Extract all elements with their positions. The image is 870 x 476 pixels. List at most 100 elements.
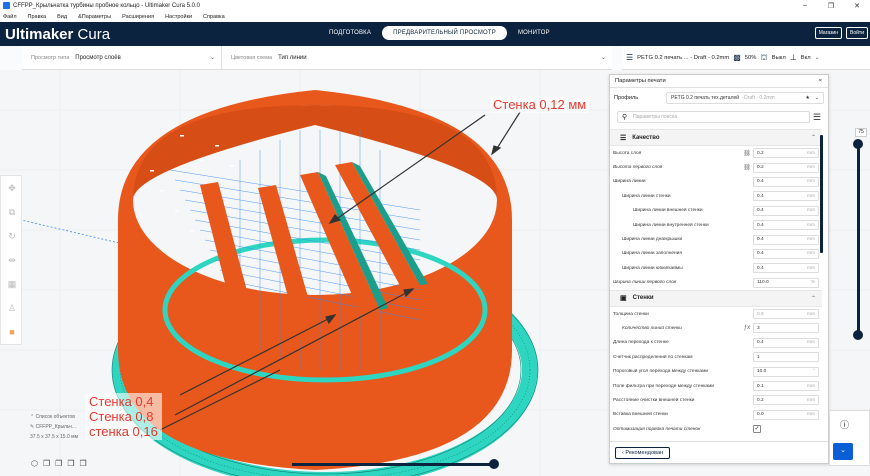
menu-view[interactable]: Вид [57, 14, 67, 20]
object-list: ⌃ Список объектов ✎ CFFPP_Крыльч... 37.5… [30, 414, 78, 444]
left-view-icon[interactable]: ❐ [67, 459, 74, 468]
3d-view-icon[interactable]: ⬡ [31, 459, 38, 468]
model-color-icon[interactable]: ■ [1, 320, 23, 344]
minimize-button[interactable]: – [792, 2, 818, 10]
infill-icon: ▩ [733, 53, 741, 62]
menu-help[interactable]: Справка [203, 14, 225, 20]
support-blocker-icon[interactable]: ♙ [1, 296, 23, 320]
layer-slider-top-handle[interactable] [853, 139, 863, 149]
setting-row: Ширина линии юбки/каймы 0.4 mm [610, 261, 822, 275]
menu-preferences[interactable]: Настройки [165, 14, 192, 20]
top-view-icon[interactable]: ❐ [55, 459, 62, 468]
layer-number-field[interactable]: 75 [855, 128, 867, 137]
profile-select[interactable]: PETG 0.2 печать тех.деталей - Draft - 0.… [666, 92, 824, 104]
save-dropdown-button[interactable]: ⌄ [833, 443, 853, 460]
setting-label: Толщина стенки [613, 311, 649, 317]
link-icon[interactable]: ⛓ [741, 150, 753, 157]
maximize-button[interactable]: ❐ [818, 2, 844, 10]
setting-unit: mm [807, 251, 815, 257]
setting-value-input[interactable]: 0.4 mm [753, 234, 819, 245]
menu-file[interactable]: Файл [3, 14, 17, 20]
window-titlebar: CFFPP_Крыльчатка турбины пробное кольцо … [0, 0, 870, 11]
setting-value-input[interactable]: 0.4 mm [753, 248, 819, 259]
chevron-down-icon: ⌄ [600, 55, 606, 61]
setting-unit: mm [807, 237, 815, 243]
setting-value-input[interactable]: 10.0 ° [753, 366, 819, 377]
setting-value-input[interactable]: 0.1 mm [753, 381, 819, 392]
setting-row: Поле фильтра при переходе между стенками… [610, 379, 822, 393]
print-settings-summary[interactable]: ☰ PETG 0.2 печать ... - Draft - 0.2mm ▩ … [622, 46, 870, 70]
menu-settings[interactable]: &Параметры [78, 14, 111, 20]
close-window-button[interactable]: ✕ [844, 2, 870, 10]
per-model-settings-icon[interactable]: ▦ [1, 272, 23, 296]
settings-scrollbar[interactable] [820, 135, 823, 253]
setting-value-input[interactable]: 0.4 mm [753, 205, 819, 216]
stage-prepare[interactable]: ПОДГОТОВКА [318, 26, 382, 40]
setting-value-input[interactable]: 0.4 mm [753, 263, 819, 274]
stage-tabs: ПОДГОТОВКА ПРЕДВАРИТЕЛЬНЫЙ ПРОСМОТР МОНИ… [318, 26, 561, 40]
path-slider-handle[interactable] [489, 459, 499, 469]
annotation-wall-012: Стенка 0,12 мм [490, 96, 590, 113]
profile-label: Профиль [614, 95, 639, 101]
sign-in-button[interactable]: Войти [846, 27, 868, 39]
move-tool-icon[interactable]: ✥ [1, 176, 23, 200]
settings-search-input[interactable]: ⚲ Параметры поиска [617, 111, 810, 123]
category-quality[interactable]: ☰ Качество ⌃ [610, 129, 822, 146]
link-icon[interactable]: ⛓ [741, 164, 753, 171]
layer-slider-bottom-handle[interactable] [853, 330, 863, 340]
view-type-select[interactable]: Просмотр типа Просмотр слоёв ⌄ [22, 46, 222, 69]
menu-extensions[interactable]: Расширения [122, 14, 154, 20]
setting-unit: mm [807, 150, 815, 156]
color-scheme-select[interactable]: Цветовая схема Тип линии ⌄ [222, 46, 612, 69]
path-slider-track[interactable] [292, 463, 494, 466]
setting-checkbox[interactable]: ✓ [753, 425, 761, 434]
recommended-button[interactable]: ‹ Рекомендован [615, 446, 671, 459]
settings-visibility-menu-icon[interactable]: ☰ [810, 112, 824, 123]
object-item[interactable]: ✎ CFFPP_Крыльч... [30, 424, 78, 430]
setting-value: 0.2 [757, 150, 764, 156]
setting-unit: mm [807, 412, 815, 418]
close-icon[interactable]: × [819, 78, 822, 84]
setting-label: Ширина линии внешней стенки [633, 208, 703, 214]
stage-monitor[interactable]: МОНИТОР [507, 26, 561, 40]
setting-value-input[interactable]: 0.4 mm [753, 220, 819, 231]
mirror-tool-icon[interactable]: ⇹ [1, 248, 23, 272]
view-type-value: Просмотр слоёв [75, 54, 121, 61]
setting-value: 0.2 [757, 397, 764, 403]
setting-row: Вставка внешней стенки 0.0 mm [610, 408, 822, 422]
setting-label: Ширина линии стенки [622, 193, 671, 199]
info-icon[interactable]: ⓘ [840, 418, 849, 431]
menu-edit[interactable]: Правка [28, 14, 47, 20]
setting-row: Ширина линии внутренней стенки 0.4 mm [610, 218, 822, 232]
settings-list: ☰ Качество ⌃ Высота слоя ⛓ 0.2 mm Высота пер… [610, 129, 822, 464]
setting-value-input[interactable]: 0.2 mm [753, 395, 819, 406]
camera-view-buttons: ⬡ ❐ ❐ ❐ ❐ [31, 459, 87, 468]
setting-value-input[interactable]: 3 [753, 323, 819, 334]
setting-value-input[interactable]: 0.2 mm [753, 148, 819, 159]
setting-label: Ширина линии юбки/каймы [622, 265, 683, 271]
setting-value-input[interactable]: 110.0% [753, 277, 819, 288]
setting-value-input[interactable]: 0.4 mm [753, 191, 819, 202]
setting-value-input[interactable]: 0.0 mm [753, 409, 819, 420]
setting-unit: mm [807, 340, 815, 346]
setting-value-input[interactable]: 0.2 mm [753, 162, 819, 173]
setting-value-input[interactable]: 0.8 mm [753, 309, 819, 320]
right-view-icon[interactable]: ❐ [80, 459, 87, 468]
marketplace-button[interactable]: Магазин [814, 27, 842, 39]
favorite-star-icon[interactable]: ★ [805, 95, 809, 101]
setting-unit: mm [807, 179, 815, 185]
front-view-icon[interactable]: ❐ [43, 459, 50, 468]
layer-slider-track[interactable] [857, 143, 860, 335]
setting-value-input[interactable]: 0.4 mm [753, 176, 819, 187]
setting-value: 0.4 [757, 193, 764, 199]
setting-value: 0.4 [757, 208, 764, 214]
chevron-up-icon: ⌃ [810, 295, 816, 302]
scale-tool-icon[interactable]: ⧉ [1, 200, 23, 224]
category-walls[interactable]: ▣ Стенки ⌃ [610, 289, 822, 307]
rotate-tool-icon[interactable]: ↻ [1, 224, 23, 248]
object-list-toggle[interactable]: ⌃ Список объектов [30, 414, 78, 420]
setting-value-input[interactable]: 1 [753, 352, 819, 363]
function-icon[interactable]: ƒx [741, 325, 753, 331]
setting-value-input[interactable]: 0.4 mm [753, 337, 819, 348]
stage-preview[interactable]: ПРЕДВАРИТЕЛЬНЫЙ ПРОСМОТР [382, 26, 507, 40]
